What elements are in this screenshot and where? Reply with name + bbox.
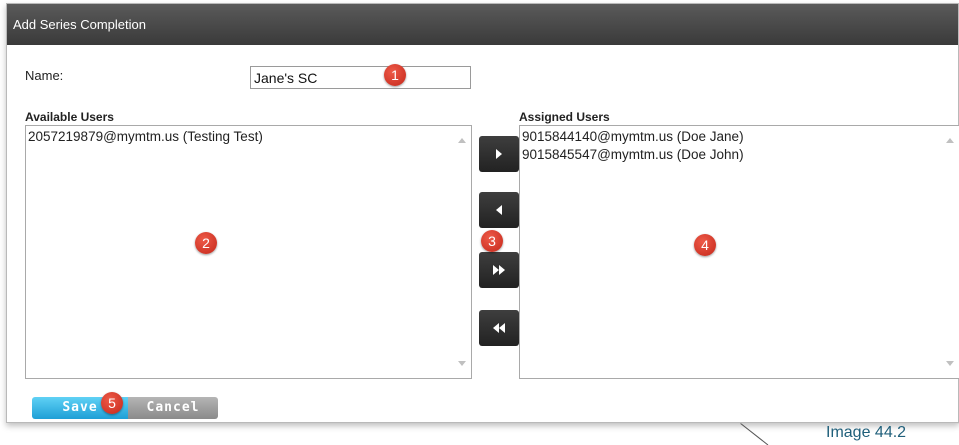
assigned-users-label: Assigned Users [519,110,610,124]
callout-badge: 4 [694,234,716,256]
move-left-button[interactable] [479,192,519,228]
scroll-down-icon[interactable] [458,361,466,366]
available-users-label: Available Users [25,110,114,124]
name-label: Name: [25,68,64,83]
available-users-list[interactable]: 2057219879@mymtm.us (Testing Test) [25,125,472,379]
assigned-users-list[interactable]: 9015844140@mymtm.us (Doe Jane) 901584554… [519,125,959,379]
callout-badge: 5 [101,392,123,414]
list-item[interactable]: 9015845547@mymtm.us (Doe John) [522,146,941,164]
action-buttons: Save Cancel [32,397,218,419]
scroll-down-icon[interactable] [946,361,954,366]
double-chevron-left-icon [493,323,505,333]
list-item[interactable]: 9015844140@mymtm.us (Doe Jane) [522,128,941,146]
dialog-title: Add Series Completion [7,4,958,45]
name-input[interactable] [250,66,471,89]
move-all-left-button[interactable] [479,310,519,346]
callout-badge: 3 [481,230,503,252]
add-series-completion-dialog: Add Series Completion Name: Available Us… [6,3,959,423]
scroll-up-icon[interactable] [946,138,954,143]
image-caption: Image 44.2 [826,424,907,441]
caret-right-icon [496,149,502,159]
move-all-right-button[interactable] [479,252,519,288]
list-item[interactable]: 2057219879@mymtm.us (Testing Test) [28,128,453,146]
scroll-up-icon[interactable] [458,138,466,143]
callout-badge: 2 [195,232,217,254]
move-right-button[interactable] [479,136,519,172]
available-users-scrollbar[interactable] [454,126,471,378]
assigned-users-scrollbar[interactable] [942,126,959,378]
cancel-button[interactable]: Cancel [128,397,218,419]
caret-left-icon [496,205,502,215]
callout-badge: 1 [384,64,406,86]
double-chevron-right-icon [493,265,505,275]
